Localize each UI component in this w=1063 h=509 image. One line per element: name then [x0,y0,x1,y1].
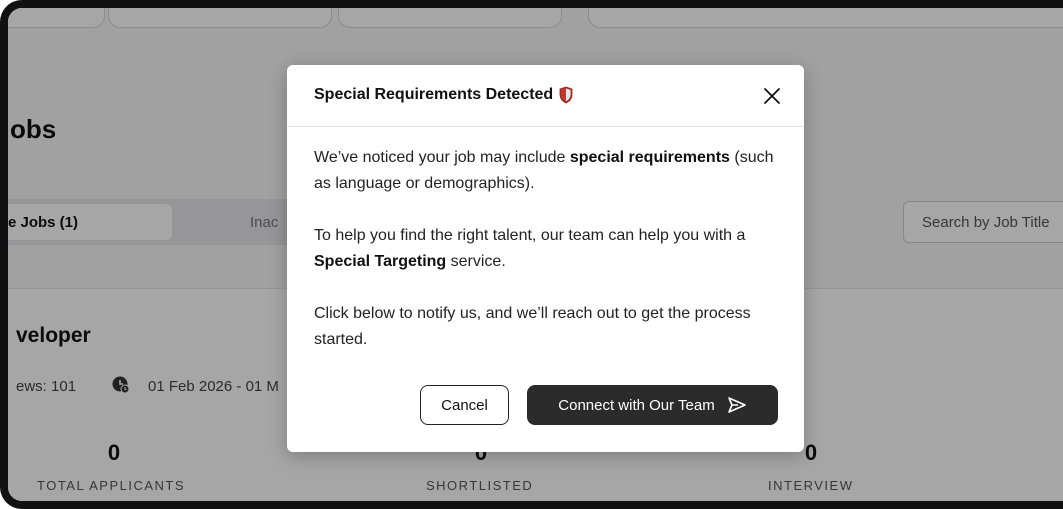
close-icon[interactable] [761,85,783,107]
send-icon [727,397,746,413]
shield-icon [559,86,573,104]
modal-paragraph-help: To help you find the right talent, our t… [314,227,746,270]
connect-with-team-button[interactable]: Connect with Our Team [527,385,778,425]
modal-header: Special Requirements Detected [287,65,804,127]
modal-title-text: Special Requirements Detected [314,86,554,103]
modal-body: We’ve noticed your job may include speci… [314,145,784,379]
special-requirements-modal: Special Requirements Detected We’ve noti… [287,65,804,452]
modal-paragraph-cta: Click below to notify us, and we’ll reac… [314,305,751,348]
cancel-button[interactable]: Cancel [420,385,509,425]
modal-title: Special Requirements Detected [314,86,573,104]
modal-paragraph-notice: We’ve noticed your job may include speci… [314,149,774,192]
connect-button-label: Connect with Our Team [558,396,715,414]
